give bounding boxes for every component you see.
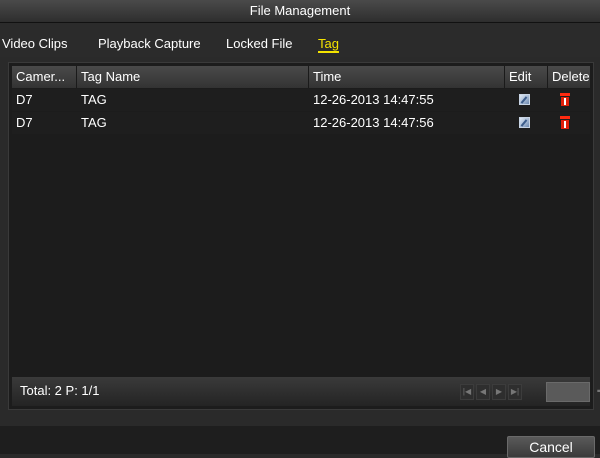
next-page-icon[interactable]: ▶ bbox=[492, 384, 506, 400]
trash-icon[interactable] bbox=[560, 116, 570, 129]
column-header-camera[interactable]: Camer... bbox=[12, 66, 77, 88]
tab-tag[interactable]: Tag bbox=[318, 36, 339, 51]
time-cell: 12-26-2013 14:47:56 bbox=[313, 115, 434, 130]
camera-cell: D7 bbox=[16, 92, 33, 107]
first-page-icon[interactable]: |◀ bbox=[460, 384, 474, 400]
edit-icon[interactable] bbox=[519, 94, 530, 105]
tag-name-cell: TAG bbox=[81, 115, 107, 130]
go-icon[interactable]: ➡ bbox=[594, 384, 600, 400]
column-header-tag-name[interactable]: Tag Name bbox=[77, 66, 309, 88]
total-count: Total: 2 P: 1/1 bbox=[20, 383, 100, 398]
page-number-input[interactable] bbox=[546, 382, 590, 402]
tab-video-clips[interactable]: Video Clips bbox=[2, 36, 68, 51]
tab-playback-capture[interactable]: Playback Capture bbox=[98, 36, 201, 51]
file-list-panel: Camer... Tag Name Time Edit Delete D7 TA… bbox=[8, 62, 600, 410]
column-header-edit: Edit bbox=[505, 66, 548, 88]
time-cell: 12-26-2013 14:47:55 bbox=[313, 92, 434, 107]
table-row[interactable]: D7 TAG 12-26-2013 14:47:55 bbox=[12, 89, 590, 111]
prev-page-icon[interactable]: ◀ bbox=[476, 384, 490, 400]
column-header-time[interactable]: Time bbox=[309, 66, 505, 88]
window-title: File Management bbox=[0, 0, 600, 23]
tab-bar: Video Clips Playback Capture Locked File… bbox=[0, 23, 600, 57]
camera-cell: D7 bbox=[16, 115, 33, 130]
edit-icon[interactable] bbox=[519, 117, 530, 128]
column-header-delete: Delete bbox=[552, 69, 590, 84]
last-page-icon[interactable]: ▶| bbox=[508, 384, 522, 400]
tag-name-cell: TAG bbox=[81, 92, 107, 107]
table-footer: Total: 2 P: 1/1 |◀ ◀ ▶ ▶| ➡ bbox=[12, 377, 600, 406]
tab-locked-file[interactable]: Locked File bbox=[226, 36, 292, 51]
cancel-button[interactable]: Cancel bbox=[507, 436, 595, 458]
table-row[interactable]: D7 TAG 12-26-2013 14:47:56 bbox=[12, 112, 590, 134]
trash-icon[interactable] bbox=[560, 93, 570, 106]
table-header: Camer... Tag Name Time Edit Delete bbox=[12, 66, 590, 88]
